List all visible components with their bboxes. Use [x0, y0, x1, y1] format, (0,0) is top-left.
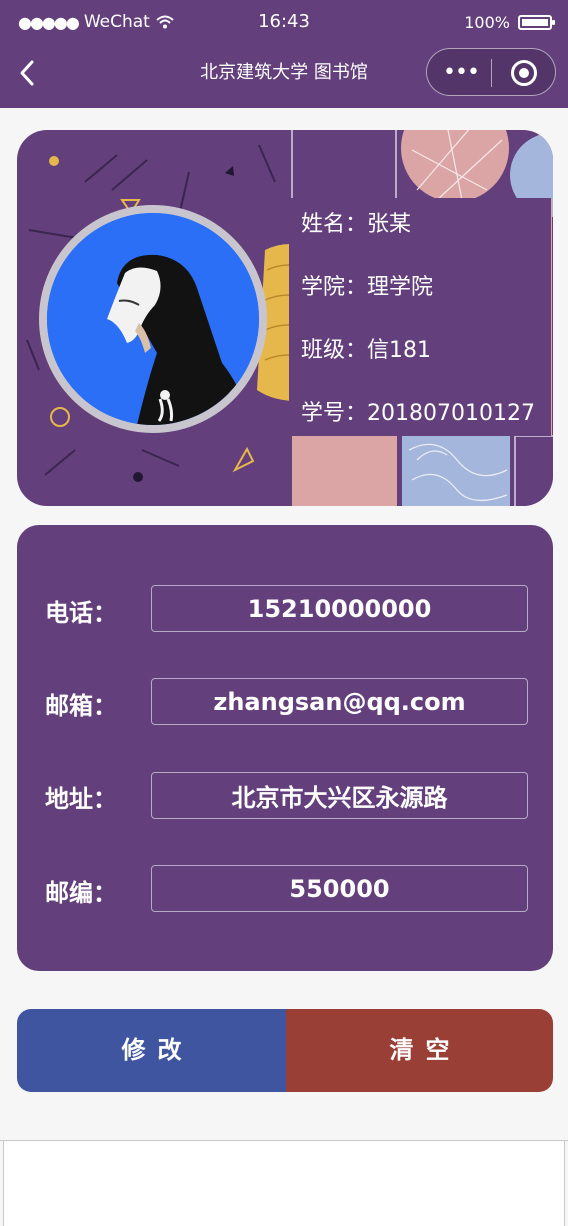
college-value: 理学院 — [367, 275, 434, 300]
action-buttons: 修改 清空 — [17, 1009, 553, 1092]
class-value: 信181 — [367, 338, 432, 363]
zip-label: 邮编： — [45, 879, 117, 907]
battery-icon — [518, 15, 555, 30]
address-field[interactable] — [151, 772, 528, 819]
contact-form: 电话： 邮箱： 地址： 邮编： — [17, 525, 553, 971]
clear-button[interactable]: 清空 — [286, 1009, 553, 1092]
close-target-icon[interactable] — [511, 60, 537, 86]
avatar[interactable] — [39, 205, 267, 433]
status-bar: ●●●●● WeChat 16:43 100% — [0, 10, 568, 38]
student-id-label: 学号： — [301, 401, 368, 426]
email-label: 邮箱： — [45, 692, 117, 720]
name-value: 张某 — [367, 212, 412, 237]
student-id-value: 201807010127 — [367, 401, 535, 426]
profile-card: 姓名：张某 学院：理学院 班级：信181 学号：201807010127 — [17, 130, 553, 506]
more-icon[interactable]: ••• — [443, 60, 480, 85]
battery-group: 100% — [464, 13, 555, 32]
edit-button[interactable]: 修改 — [17, 1009, 286, 1092]
student-id-row: 学号：201807010127 — [301, 395, 535, 427]
nav-bar: ●●●●● WeChat 16:43 100% 北京建筑大学 图书馆 ••• — [0, 0, 568, 108]
bottom-border-right — [564, 1140, 565, 1226]
battery-percent: 100% — [464, 13, 510, 32]
bottom-border-left — [3, 1140, 4, 1226]
zip-field[interactable] — [151, 865, 528, 912]
college-label: 学院： — [301, 275, 368, 300]
college-row: 学院：理学院 — [301, 269, 433, 301]
class-label: 班级： — [301, 338, 368, 363]
student-info: 姓名：张某 学院：理学院 班级：信181 学号：201807010127 — [289, 198, 551, 436]
capsule-divider — [491, 59, 492, 87]
name-label: 姓名： — [301, 212, 368, 237]
bottom-blank-area — [4, 1141, 564, 1226]
phone-label: 电话： — [45, 599, 117, 627]
class-row: 班级：信181 — [301, 332, 431, 364]
address-label: 地址： — [45, 785, 117, 813]
phone-field[interactable] — [151, 585, 528, 632]
bottom-divider — [0, 1140, 568, 1141]
mini-program-capsule: ••• — [426, 48, 556, 96]
email-field[interactable] — [151, 678, 528, 725]
avatar-image — [47, 213, 259, 425]
name-row: 姓名：张某 — [301, 206, 411, 238]
